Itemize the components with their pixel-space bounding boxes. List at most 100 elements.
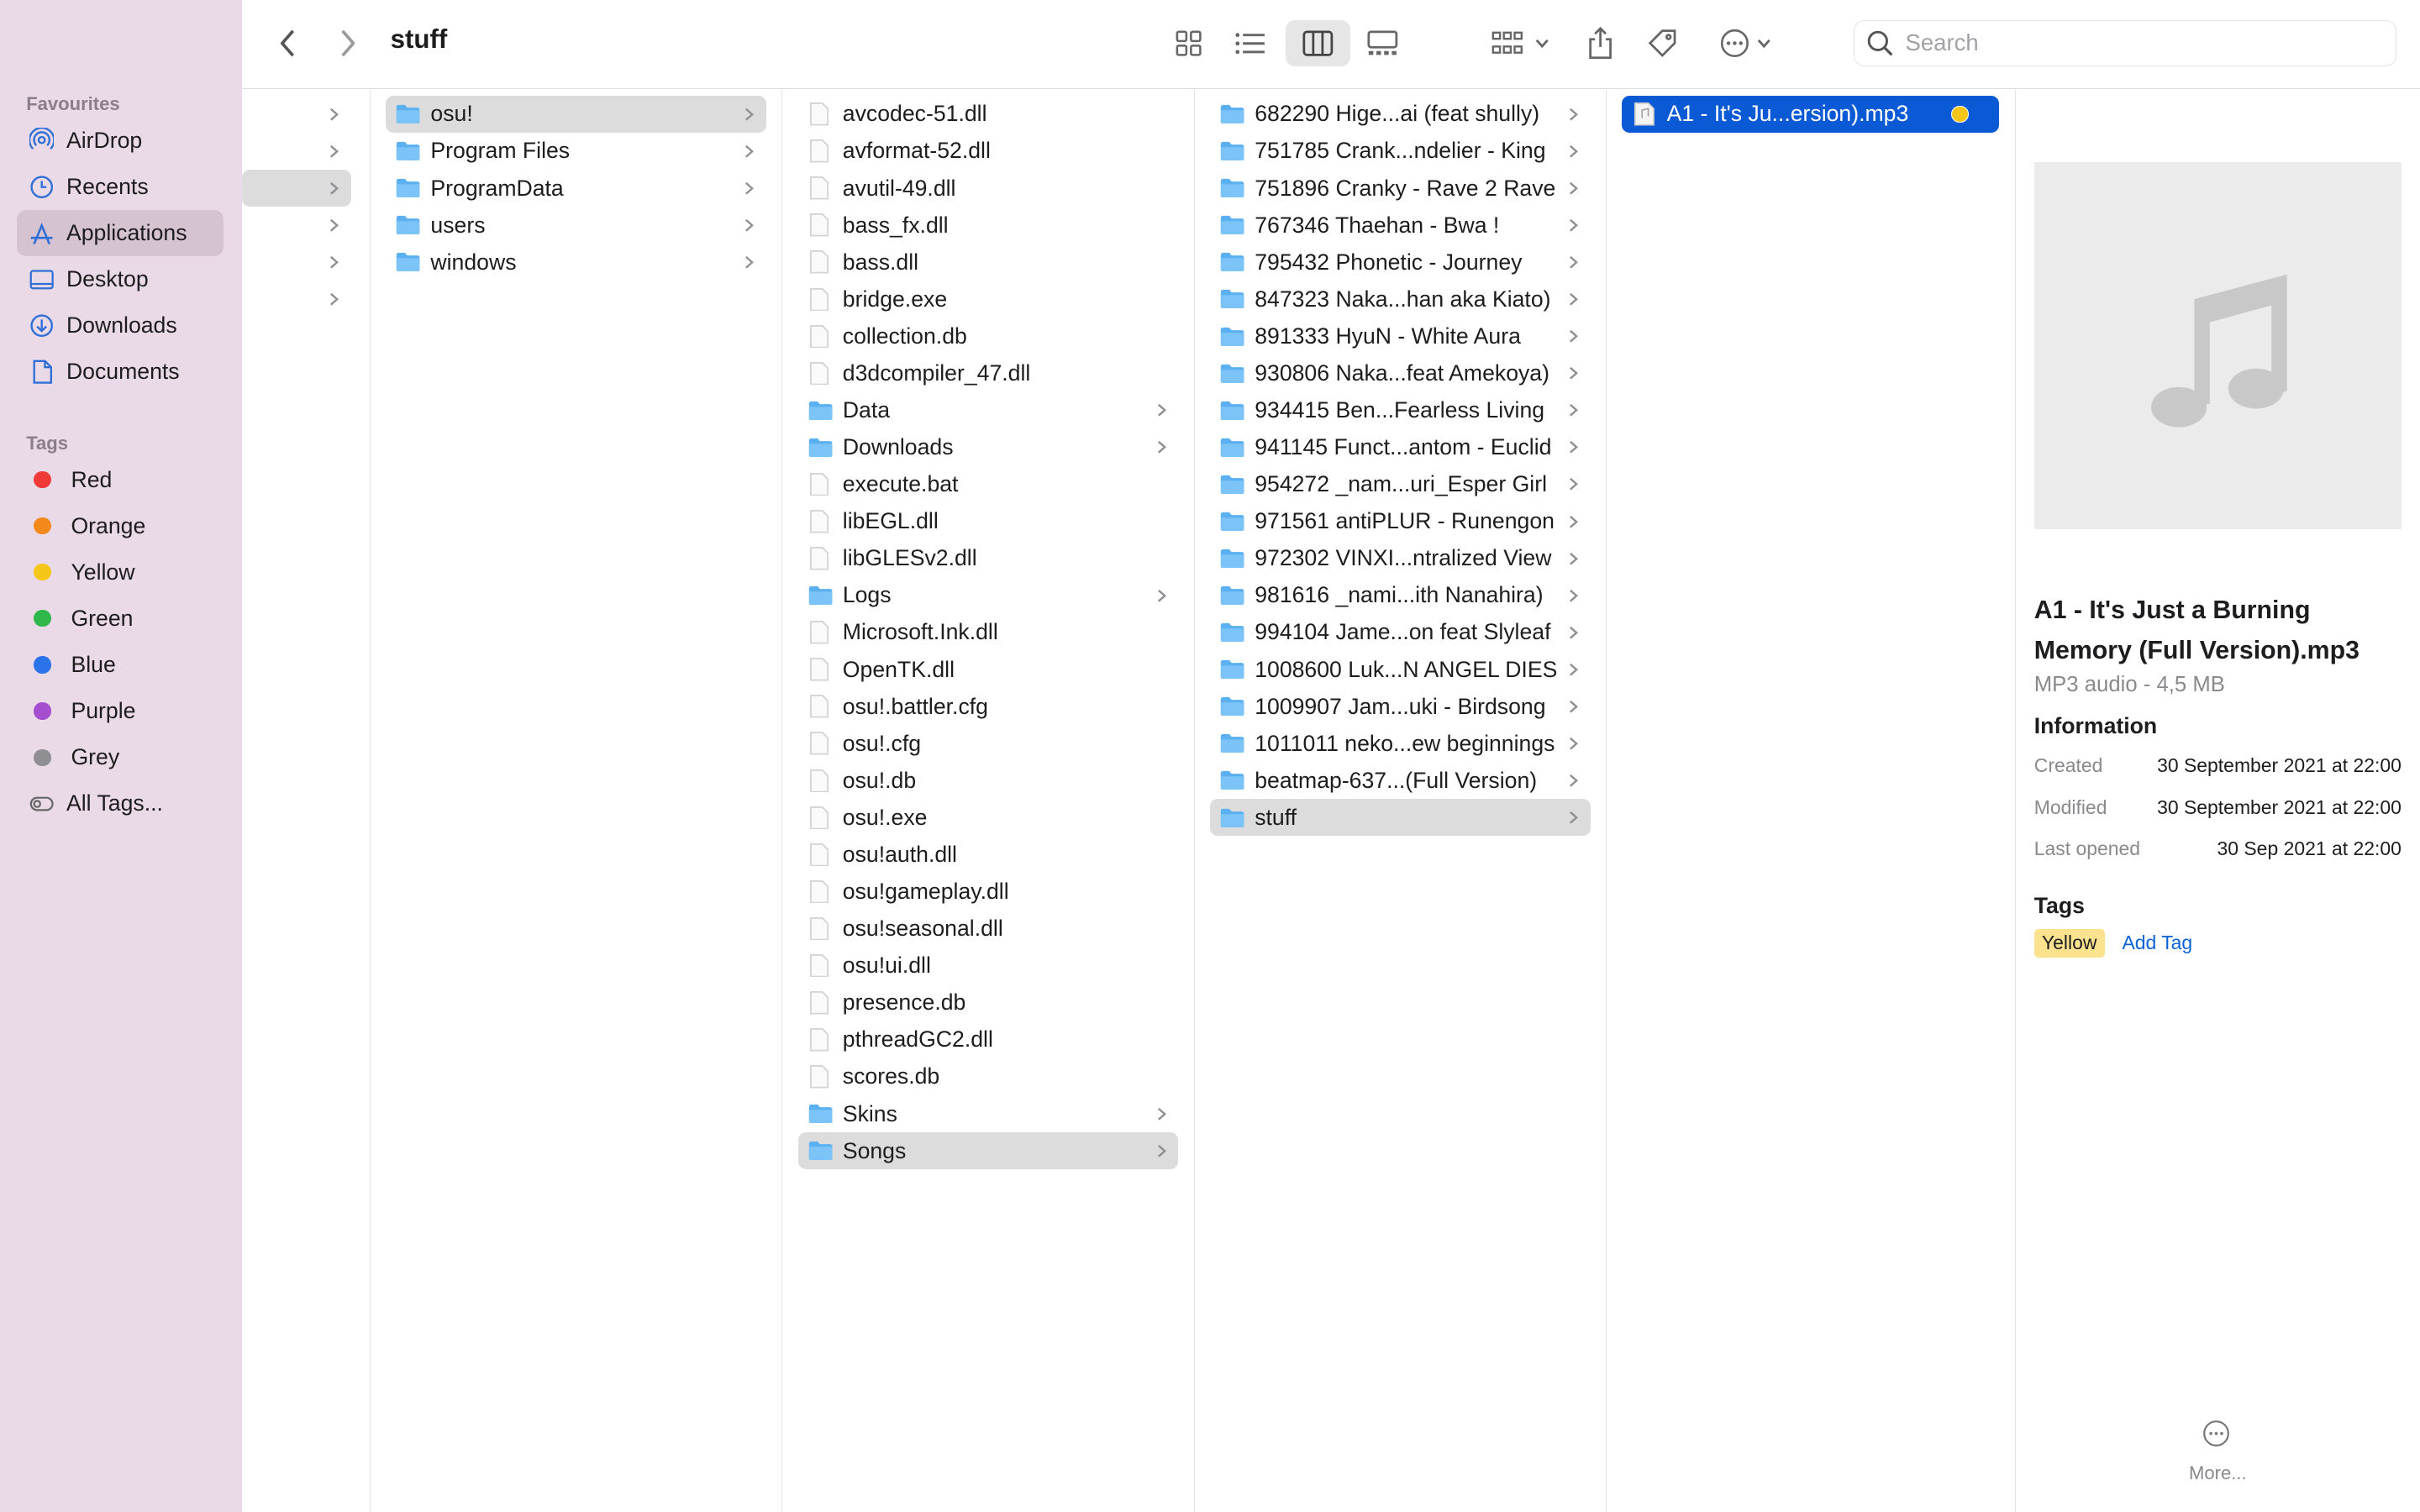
file-row[interactable]: osu!.exe bbox=[798, 799, 1179, 836]
icon-view-button[interactable] bbox=[1162, 22, 1214, 65]
folder-row[interactable]: beatmap-637...(Full Version) bbox=[1210, 762, 1591, 799]
music-note-icon bbox=[2151, 274, 2287, 428]
folder-row[interactable]: 751896 Cranky - Rave 2 Rave bbox=[1210, 170, 1591, 207]
file-row[interactable]: osu!.cfg bbox=[798, 725, 1179, 762]
file-row[interactable]: bass.dll bbox=[798, 244, 1179, 281]
column-2: osu! Program Files ProgramData users windows bbox=[371, 89, 783, 1512]
file-row[interactable]: avutil-49.dll bbox=[798, 170, 1179, 207]
add-tag-link[interactable]: Add Tag bbox=[2122, 932, 2192, 954]
file-row[interactable]: avformat-52.dll bbox=[798, 133, 1179, 170]
sidebar-tag-blue[interactable]: Blue bbox=[17, 642, 224, 688]
share-icon bbox=[1589, 27, 1612, 60]
folder-row[interactable]: Program Files bbox=[386, 133, 766, 170]
file-row[interactable]: Microsoft.Ink.dll bbox=[798, 614, 1179, 651]
folder-row[interactable]: 847323 Naka...han aka Kiato) bbox=[1210, 281, 1591, 318]
folder-row[interactable]: 994104 Jame...on feat Slyleaf bbox=[1210, 614, 1591, 651]
folder-row[interactable]: 1011011 neko...ew beginnings bbox=[1210, 725, 1591, 762]
more-button[interactable] bbox=[2202, 1420, 2230, 1454]
sidebar-tag-purple[interactable]: Purple bbox=[17, 688, 224, 734]
folder-row[interactable]: 682290 Hige...ai (feat shully) bbox=[1210, 96, 1591, 133]
folder-row[interactable]: 972302 VINXI...ntralized View bbox=[1210, 540, 1591, 577]
action-menu-button[interactable] bbox=[1712, 22, 1780, 65]
file-row[interactable]: presence.db bbox=[798, 984, 1179, 1021]
folder-row[interactable]: 971561 antiPLUR - Runengon bbox=[1210, 503, 1591, 540]
tag-chip-yellow[interactable]: Yellow bbox=[2033, 928, 2105, 958]
column-1-row[interactable] bbox=[242, 170, 351, 207]
folder-row[interactable]: 941145 Funct...antom - Euclid bbox=[1210, 429, 1591, 466]
file-row[interactable]: A1 - It's Ju...ersion).mp3 bbox=[1622, 95, 2000, 133]
folder-row[interactable]: users bbox=[386, 207, 766, 244]
forward-button[interactable] bbox=[332, 24, 363, 61]
folder-row[interactable]: stuff bbox=[1209, 799, 1591, 837]
folder-row[interactable]: 751785 Crank...ndelier - King bbox=[1210, 133, 1591, 170]
file-row[interactable]: osu!gameplay.dll bbox=[798, 874, 1179, 911]
sidebar-item-downloads[interactable]: Downloads bbox=[17, 302, 224, 349]
folder-row[interactable]: 1009907 Jam...uki - Birdsong bbox=[1210, 688, 1591, 725]
sidebar-tag-orange[interactable]: Orange bbox=[17, 503, 224, 549]
sidebar-item-desktop[interactable]: Desktop bbox=[17, 256, 224, 302]
folder-row[interactable]: osu! bbox=[386, 95, 766, 133]
file-row[interactable]: execute.bat bbox=[798, 466, 1179, 503]
folder-icon bbox=[395, 140, 421, 162]
column-view-button[interactable] bbox=[1285, 19, 1351, 66]
sidebar-all-tags[interactable]: All Tags... bbox=[17, 780, 224, 827]
chevron-right-icon bbox=[329, 218, 342, 233]
share-button[interactable] bbox=[1579, 20, 1622, 66]
folder-row[interactable]: Songs bbox=[797, 1132, 1179, 1170]
list-view-button[interactable] bbox=[1224, 22, 1276, 65]
item-name: beatmap-637...(Full Version) bbox=[1255, 767, 1538, 793]
file-row[interactable]: scores.db bbox=[798, 1058, 1179, 1095]
group-button[interactable] bbox=[1486, 22, 1555, 65]
back-button[interactable] bbox=[273, 24, 304, 61]
folder-row[interactable]: 930806 Naka...feat Amekoya) bbox=[1210, 354, 1591, 391]
column-1-row[interactable] bbox=[242, 244, 350, 281]
file-row[interactable]: OpenTK.dll bbox=[798, 651, 1179, 688]
sidebar-item-recents[interactable]: Recents bbox=[17, 164, 224, 210]
file-row[interactable]: osu!ui.dll bbox=[798, 948, 1179, 984]
column-1-row[interactable] bbox=[242, 207, 350, 244]
folder-row[interactable]: windows bbox=[386, 244, 766, 281]
folder-row[interactable]: 934415 Ben...Fearless Living bbox=[1210, 391, 1591, 428]
column-1-row[interactable] bbox=[242, 281, 350, 318]
info-key: Last opened bbox=[2033, 837, 2141, 860]
folder-row[interactable]: Data bbox=[798, 391, 1179, 428]
file-row[interactable]: d3dcompiler_47.dll bbox=[798, 354, 1179, 391]
sidebar-item-airdrop[interactable]: AirDrop bbox=[17, 118, 224, 164]
folder-row[interactable]: 767346 Thaehan - Bwa ! bbox=[1210, 207, 1591, 244]
folder-row[interactable]: Logs bbox=[798, 577, 1179, 614]
file-row[interactable]: avcodec-51.dll bbox=[798, 96, 1179, 133]
folder-row[interactable]: 891333 HyuN - White Aura bbox=[1210, 318, 1591, 354]
folder-row[interactable]: Downloads bbox=[798, 429, 1179, 466]
search-input[interactable] bbox=[1902, 28, 2372, 59]
search-field[interactable] bbox=[1853, 19, 2397, 66]
file-row[interactable]: osu!auth.dll bbox=[798, 836, 1179, 873]
sidebar-tag-yellow[interactable]: Yellow bbox=[17, 549, 224, 596]
tag-button[interactable] bbox=[1640, 20, 1683, 66]
column-1-row[interactable] bbox=[242, 133, 350, 170]
file-row[interactable]: bridge.exe bbox=[798, 281, 1179, 318]
folder-row[interactable]: 1008600 Luk...N ANGEL DIES bbox=[1210, 651, 1591, 688]
file-row[interactable]: osu!.db bbox=[798, 762, 1179, 799]
folder-row[interactable]: Skins bbox=[798, 1095, 1179, 1132]
file-row[interactable]: osu!.battler.cfg bbox=[798, 688, 1179, 725]
folder-row[interactable]: 795432 Phonetic - Journey bbox=[1210, 244, 1591, 281]
file-row[interactable]: collection.db bbox=[798, 318, 1179, 354]
tags-heading: Tags bbox=[26, 432, 69, 454]
sidebar-tag-red[interactable]: Red bbox=[17, 457, 224, 503]
gallery-view-button[interactable] bbox=[1356, 22, 1408, 65]
file-row[interactable]: libEGL.dll bbox=[798, 503, 1179, 540]
sidebar-tag-grey[interactable]: Grey bbox=[17, 734, 224, 780]
sidebar-tag-green[interactable]: Green bbox=[17, 596, 224, 642]
file-row[interactable]: libGLESv2.dll bbox=[798, 540, 1179, 577]
sidebar-item-documents[interactable]: Documents bbox=[17, 349, 224, 395]
item-name: Songs bbox=[842, 1137, 907, 1163]
column-1-row[interactable] bbox=[242, 96, 350, 133]
file-row[interactable]: osu!seasonal.dll bbox=[798, 911, 1179, 948]
file-row[interactable]: bass_fx.dll bbox=[798, 207, 1179, 244]
item-name: osu! bbox=[430, 101, 473, 127]
sidebar-item-applications[interactable]: Applications bbox=[17, 209, 224, 256]
folder-row[interactable]: ProgramData bbox=[386, 170, 766, 207]
file-row[interactable]: pthreadGC2.dll bbox=[798, 1021, 1179, 1058]
folder-row[interactable]: 981616 _nami...ith Nanahira) bbox=[1210, 577, 1591, 614]
folder-row[interactable]: 954272 _nam...uri_Esper Girl bbox=[1210, 466, 1591, 503]
